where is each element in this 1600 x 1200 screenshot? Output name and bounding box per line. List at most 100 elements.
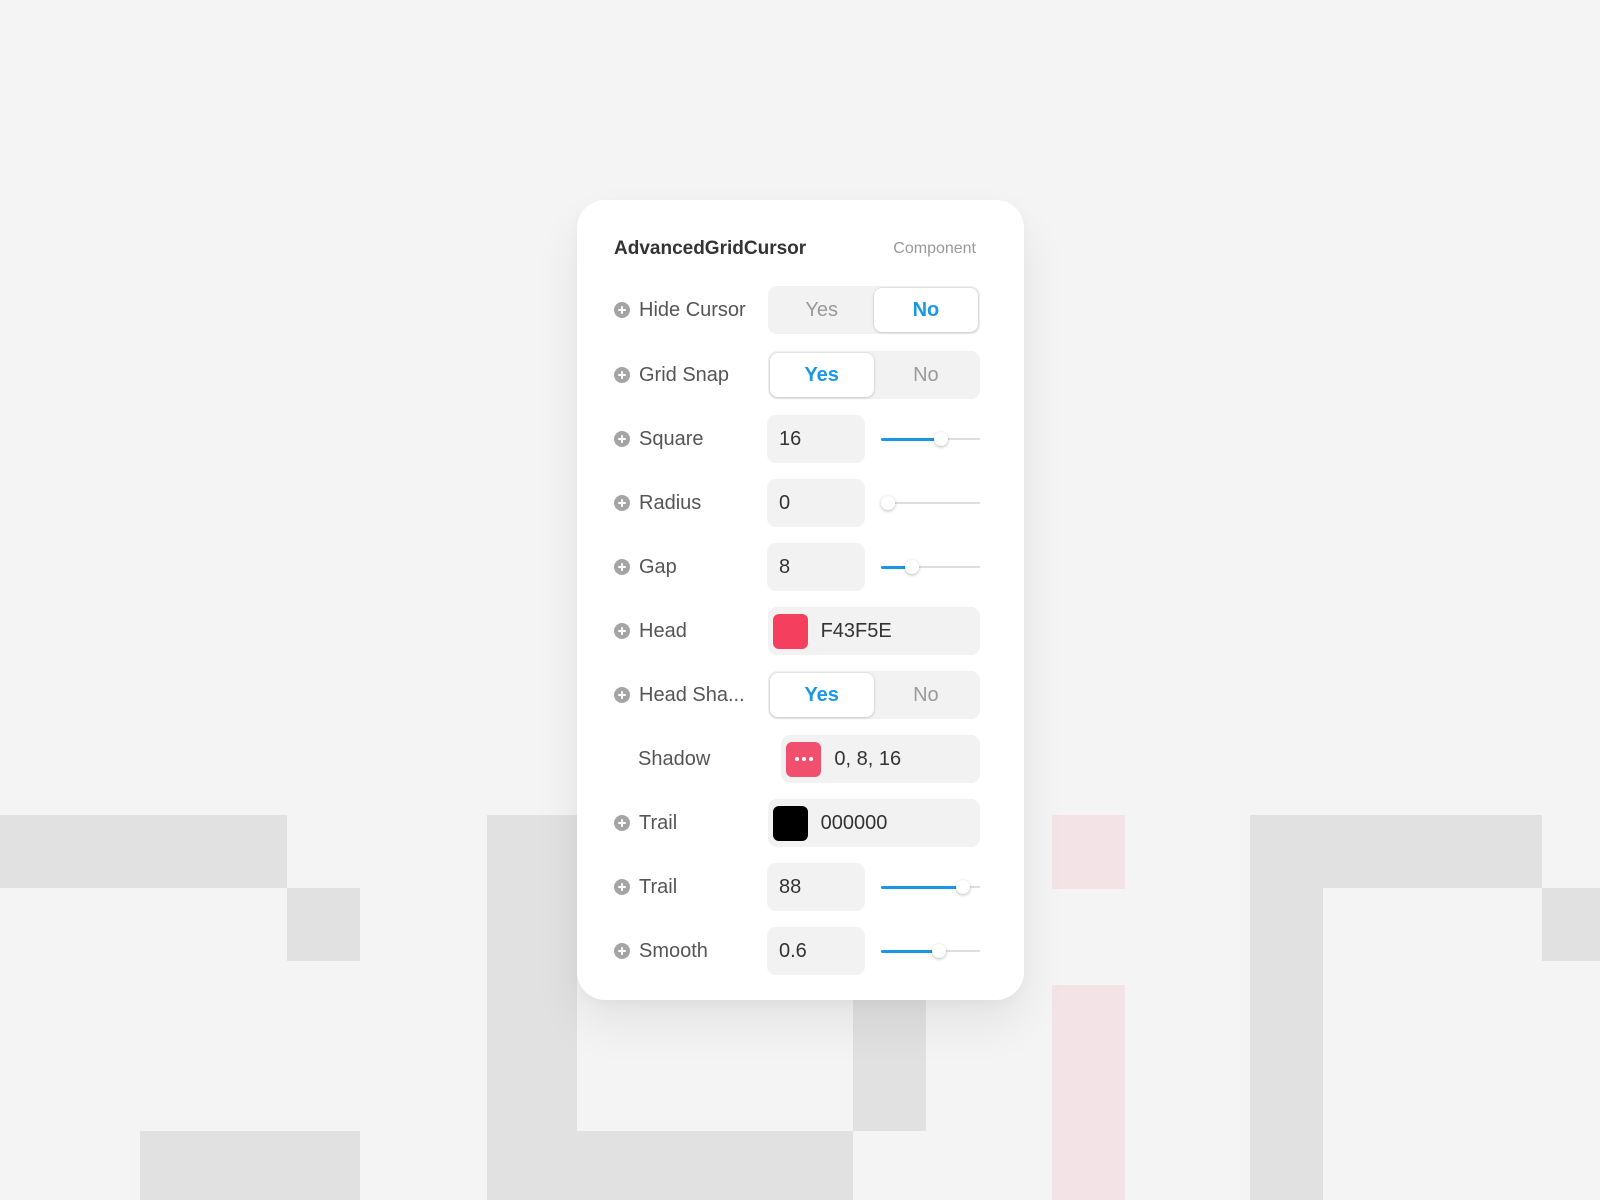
background-block-pink <box>1052 815 1125 889</box>
smooth-input[interactable]: 0.6 <box>767 927 865 975</box>
trail-length-control: 88 <box>767 863 980 911</box>
slider-thumb[interactable] <box>955 880 970 894</box>
trail-color-label: Trail <box>614 812 768 835</box>
square-control: 16 <box>767 415 980 463</box>
square-input[interactable]: 16 <box>767 415 865 463</box>
head-color-field[interactable]: F43F5E <box>767 607 980 655</box>
radius-label-text: Radius <box>639 491 702 514</box>
head-shadow-label: Head Sha... <box>614 684 768 707</box>
grid-snap-no-button[interactable]: No <box>874 353 978 397</box>
plus-circle-icon[interactable] <box>614 687 630 703</box>
slider-thumb[interactable] <box>904 560 919 574</box>
trail-color-label-text: Trail <box>639 811 678 834</box>
head-shadow-no-button[interactable]: No <box>874 673 978 717</box>
background-block <box>287 888 360 961</box>
plus-circle-icon[interactable] <box>614 495 630 511</box>
shadow-field[interactable]: 0, 8, 16 <box>781 735 980 783</box>
plus-circle-icon[interactable] <box>614 943 630 959</box>
square-row: Square 16 <box>614 415 980 463</box>
property-panel: AdvancedGridCursor Component Hide Cursor… <box>577 200 1024 1000</box>
background-block <box>560 1131 853 1200</box>
smooth-row: Smooth 0.6 <box>614 927 980 975</box>
shadow-value[interactable]: 0, 8, 16 <box>834 748 901 771</box>
head-label-text: Head <box>639 619 687 642</box>
gap-row: Gap 8 <box>614 543 980 591</box>
smooth-control: 0.6 <box>767 927 980 975</box>
background-block <box>853 995 926 1131</box>
slider-fill <box>881 438 941 441</box>
square-label-text: Square <box>639 427 704 450</box>
slider-thumb[interactable] <box>933 432 948 446</box>
background-block <box>0 815 287 888</box>
radius-input[interactable]: 0 <box>767 479 865 527</box>
slider-fill <box>881 886 963 889</box>
square-label: Square <box>614 428 767 451</box>
trail-color-swatch[interactable] <box>772 805 808 841</box>
head-shadow-yes-button[interactable]: Yes <box>769 673 874 717</box>
head-shadow-row: Head Sha... Yes No <box>614 671 980 719</box>
hide-cursor-no-button[interactable]: No <box>873 288 979 332</box>
shadow-swatch[interactable] <box>786 741 822 777</box>
slider-thumb[interactable] <box>881 496 895 510</box>
gap-label: Gap <box>614 556 767 579</box>
grid-snap-toggle: Yes No <box>767 351 980 399</box>
smooth-slider[interactable] <box>881 941 980 961</box>
grid-snap-label: Grid Snap <box>614 364 768 387</box>
slider-thumb[interactable] <box>932 944 946 958</box>
shadow-label-text: Shadow <box>638 747 711 770</box>
background-block-pink <box>1052 985 1125 1200</box>
smooth-label-text: Smooth <box>639 939 708 962</box>
head-color-swatch[interactable] <box>772 613 808 649</box>
trail-length-label-text: Trail <box>639 875 678 898</box>
gap-label-text: Gap <box>639 555 677 578</box>
plus-circle-icon[interactable] <box>614 815 630 831</box>
plus-circle-icon[interactable] <box>614 302 630 318</box>
gap-control: 8 <box>767 543 980 591</box>
radius-control: 0 <box>767 479 980 527</box>
more-dots-icon <box>794 757 813 761</box>
hide-cursor-yes-button[interactable]: Yes <box>770 288 874 332</box>
plus-circle-icon[interactable] <box>614 559 630 575</box>
panel-header: AdvancedGridCursor Component <box>614 232 976 266</box>
background-block <box>1250 815 1542 888</box>
hide-cursor-label: Hide Cursor <box>614 299 768 322</box>
head-color-value[interactable]: F43F5E <box>821 620 892 643</box>
shadow-label: Shadow <box>614 748 781 771</box>
trail-length-label: Trail <box>614 876 767 899</box>
plus-circle-icon[interactable] <box>614 879 630 895</box>
slider-fill <box>881 950 939 953</box>
hide-cursor-label-text: Hide Cursor <box>639 298 746 321</box>
radius-slider[interactable] <box>881 493 980 513</box>
trail-length-input[interactable]: 88 <box>767 863 865 911</box>
gap-slider[interactable] <box>881 557 980 577</box>
radius-label: Radius <box>614 492 767 515</box>
shadow-row: Shadow 0, 8, 16 <box>614 735 980 783</box>
trail-length-slider[interactable] <box>881 877 980 897</box>
panel-title: AdvancedGridCursor <box>614 238 807 259</box>
plus-circle-icon[interactable] <box>614 623 630 639</box>
panel-subtitle: Component <box>893 240 976 257</box>
radius-row: Radius 0 <box>614 479 980 527</box>
head-label: Head <box>614 620 768 643</box>
trail-length-row: Trail 88 <box>614 863 980 911</box>
plus-circle-icon[interactable] <box>614 431 630 447</box>
background-block <box>1542 888 1600 961</box>
head-shadow-toggle: Yes No <box>767 671 980 719</box>
grid-snap-yes-button[interactable]: Yes <box>769 353 874 397</box>
smooth-label: Smooth <box>614 940 767 963</box>
grid-snap-label-text: Grid Snap <box>639 363 730 386</box>
grid-snap-row: Grid Snap Yes No <box>614 351 980 399</box>
hide-cursor-row: Hide Cursor Yes No <box>614 286 980 334</box>
head-row: Head F43F5E <box>614 607 980 655</box>
trail-color-field[interactable]: 000000 <box>767 799 980 847</box>
gap-input[interactable]: 8 <box>767 543 865 591</box>
square-slider[interactable] <box>881 429 980 449</box>
hide-cursor-toggle: Yes No <box>767 286 980 334</box>
background-block <box>1250 888 1323 1200</box>
plus-circle-icon[interactable] <box>614 367 630 383</box>
trail-color-row: Trail 000000 <box>614 799 980 847</box>
slider-track <box>881 502 980 504</box>
head-shadow-label-text: Head Sha... <box>639 683 745 706</box>
trail-color-value[interactable]: 000000 <box>821 812 888 835</box>
background-block <box>140 1131 360 1200</box>
